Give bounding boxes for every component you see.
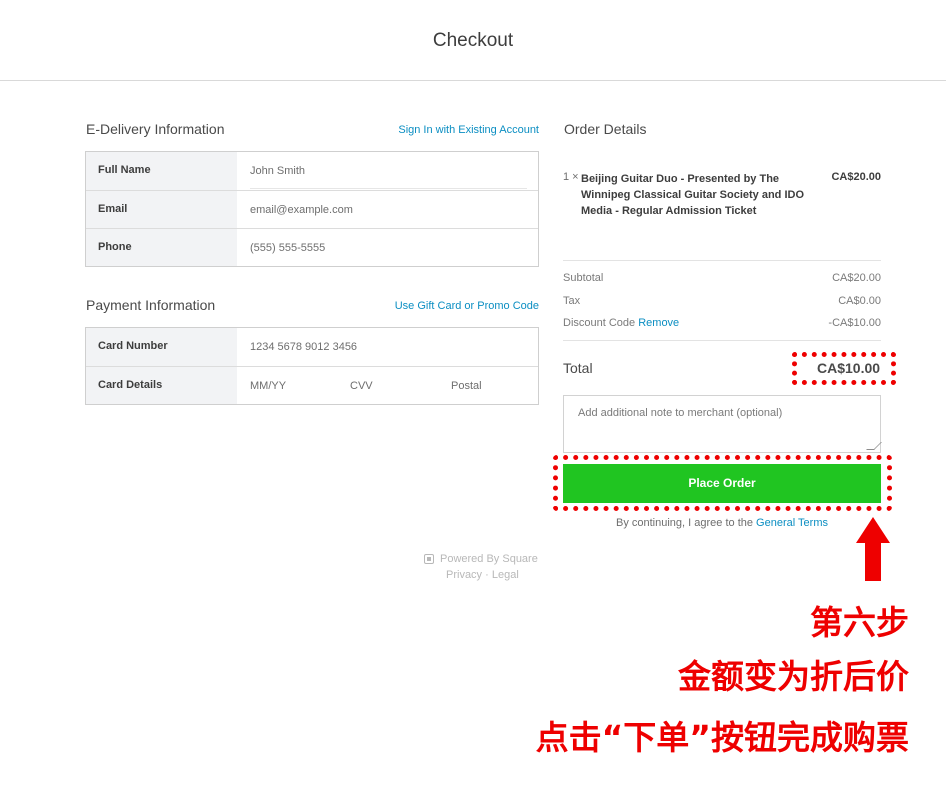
annotation-instruction: 点击“下单”按钮完成购票 — [535, 718, 909, 757]
card-number-row: Card Number 1234 5678 9012 3456 — [86, 328, 538, 366]
checkout-header: Checkout — [0, 0, 946, 81]
page-title: Checkout — [432, 30, 514, 51]
expiry-input[interactable]: MM/YY — [250, 367, 340, 404]
merchant-note-input[interactable]: Add additional note to merchant (optiona… — [563, 395, 882, 453]
item-price: CA$20.00 — [831, 171, 881, 183]
email-label: Email — [86, 191, 237, 228]
full-name-row: Full Name John Smith — [86, 152, 538, 190]
phone-label: Phone — [86, 229, 237, 266]
remove-discount-link[interactable]: Remove — [638, 317, 679, 329]
card-details-label: Card Details — [86, 367, 237, 404]
powered-by-text: Powered By Square — [440, 553, 538, 565]
terms-prefix: By continuing, I agree to the — [616, 517, 753, 529]
privacy-link[interactable]: Privacy — [446, 569, 482, 581]
payment-form: Card Number 1234 5678 9012 3456 Card Det… — [85, 327, 539, 405]
tax-label: Tax — [563, 295, 581, 307]
gift-card-link[interactable]: Use Gift Card or Promo Code — [340, 300, 539, 312]
place-order-highlight-box — [553, 455, 892, 511]
square-logo-icon — [424, 554, 434, 564]
delivery-form: Full Name John Smith Email email@example… — [85, 151, 539, 267]
card-details-row: Card Details MM/YY CVV Postal — [86, 366, 538, 404]
divider — [563, 340, 881, 341]
powered-by-footer: Powered By Square Privacy · Legal — [422, 553, 546, 581]
phone-row: Phone (555) 555-5555 — [86, 228, 538, 266]
cvv-input[interactable]: CVV — [350, 367, 440, 404]
card-number-input[interactable]: 1234 5678 9012 3456 — [250, 328, 530, 366]
general-terms-link[interactable]: General Terms — [756, 517, 828, 529]
tax-value: CA$0.00 — [838, 295, 881, 307]
email-row: Email email@example.com — [86, 190, 538, 228]
discount-label: Discount Code — [563, 317, 636, 329]
terms-text: By continuing, I agree to the General Te… — [563, 517, 881, 529]
full-name-input[interactable]: John Smith — [250, 152, 527, 189]
note-placeholder: Add additional note to merchant (optiona… — [578, 407, 783, 419]
total-highlight-box — [792, 352, 896, 385]
postal-input[interactable]: Postal — [451, 367, 531, 404]
payment-section-title: Payment Information — [86, 297, 216, 313]
discount-value: -CA$10.00 — [828, 317, 881, 329]
annotation-step: 第六步 — [810, 603, 909, 642]
total-label: Total — [563, 360, 593, 376]
tax-row: Tax CA$0.00 — [563, 295, 881, 307]
item-quantity: 1 × — [563, 171, 579, 183]
order-section-title: Order Details — [564, 121, 647, 137]
legal-link[interactable]: Legal — [492, 569, 519, 581]
email-input[interactable]: email@example.com — [250, 191, 530, 228]
card-number-label: Card Number — [86, 328, 237, 366]
phone-input[interactable]: (555) 555-5555 — [250, 229, 530, 266]
subtotal-label: Subtotal — [563, 272, 604, 284]
full-name-label: Full Name — [86, 152, 237, 190]
divider — [563, 260, 881, 261]
discount-row: Discount Code Remove -CA$10.00 — [563, 317, 881, 329]
up-arrow-icon — [856, 517, 890, 581]
item-name: Beijing Guitar Duo - Presented by The Wi… — [581, 173, 805, 217]
sign-in-link[interactable]: Sign In with Existing Account — [340, 124, 539, 136]
delivery-section-title: E-Delivery Information — [86, 121, 225, 137]
annotation-price-note: 金额变为折后价 — [678, 657, 909, 696]
resize-grip-icon[interactable] — [866, 442, 882, 450]
footer-separator: · — [485, 569, 489, 581]
subtotal-row: Subtotal CA$20.00 — [563, 272, 881, 284]
subtotal-value: CA$20.00 — [832, 272, 881, 284]
